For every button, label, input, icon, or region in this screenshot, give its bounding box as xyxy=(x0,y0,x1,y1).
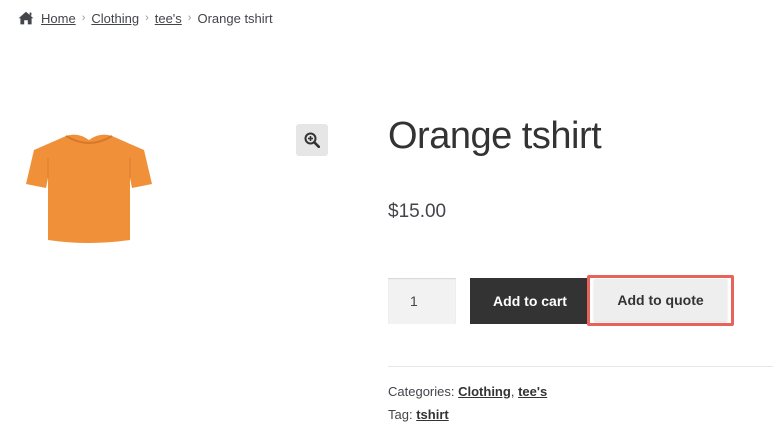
breadcrumb-link-tees[interactable]: tee's xyxy=(155,11,182,26)
product-price: $15.00 xyxy=(388,201,447,222)
tag-link-tshirt[interactable]: tshirt xyxy=(416,407,449,422)
divider xyxy=(388,366,773,367)
breadcrumb-separator: › xyxy=(81,12,86,24)
quantity-input[interactable] xyxy=(388,278,456,324)
category-link-clothing[interactable]: Clothing xyxy=(458,384,511,399)
product-title: Orange tshirt xyxy=(388,115,602,157)
home-icon xyxy=(18,11,34,25)
add-to-cart-button[interactable]: Add to cart xyxy=(470,278,590,324)
breadcrumb-separator: › xyxy=(145,12,149,24)
product-tags: Tag: tshirt xyxy=(388,406,449,424)
categories-label: Categories: xyxy=(388,384,455,399)
breadcrumb: Home › Clothing › tee's › Orange tshirt xyxy=(18,9,273,27)
zoom-button[interactable] xyxy=(296,124,328,156)
magnifier-zoom-icon xyxy=(304,132,320,148)
orange-tshirt-image[interactable] xyxy=(26,128,152,244)
product-gallery xyxy=(18,120,330,260)
breadcrumb-link-home[interactable]: Home xyxy=(41,11,76,26)
breadcrumb-current: Orange tshirt xyxy=(197,10,273,26)
breadcrumb-link-clothing[interactable]: Clothing xyxy=(91,11,139,26)
breadcrumb-separator: › xyxy=(187,12,192,24)
product-categories: Categories: Clothing, tee's xyxy=(388,383,547,401)
categories-separator: , xyxy=(510,384,515,399)
add-to-quote-button[interactable]: Add to quote xyxy=(594,279,727,321)
category-link-tees[interactable]: tee's xyxy=(518,384,547,399)
tag-label: Tag: xyxy=(388,407,413,422)
